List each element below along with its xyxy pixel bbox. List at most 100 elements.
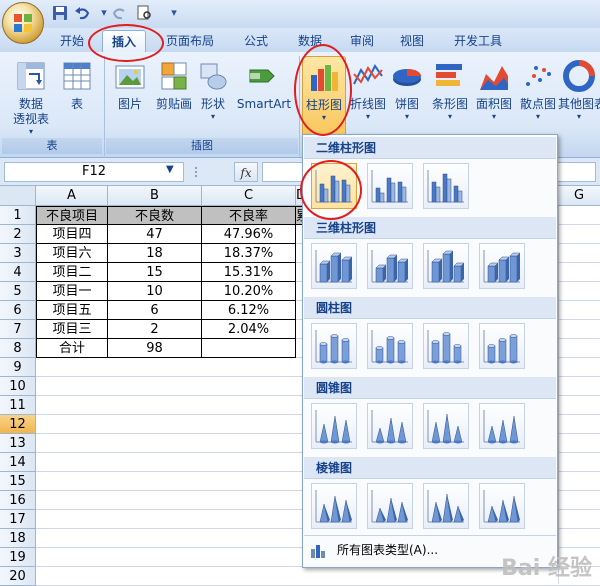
chart-thumb-cone[interactable]: [479, 403, 525, 449]
table-button[interactable]: 表: [58, 56, 96, 138]
row-header[interactable]: 5: [0, 282, 36, 301]
table-cell[interactable]: 项目二: [36, 263, 108, 282]
table-header-cell[interactable]: 不良项目: [36, 206, 108, 225]
shapes-button[interactable]: 形状 ▾: [196, 56, 230, 138]
select-all-corner[interactable]: [0, 186, 36, 206]
chart-thumb-2d-column[interactable]: [311, 163, 357, 209]
column-header[interactable]: A: [36, 186, 108, 206]
save-icon[interactable]: [52, 5, 68, 21]
row-header[interactable]: 20: [0, 567, 36, 586]
chart-thumb-2d-column[interactable]: [423, 163, 469, 209]
name-box[interactable]: F12: [4, 162, 184, 182]
redo-icon[interactable]: [112, 5, 128, 21]
column-header[interactable]: C: [202, 186, 296, 206]
chart-thumb-3d-column[interactable]: [479, 243, 525, 289]
table-header-cell[interactable]: 不良数: [108, 206, 202, 225]
row-header[interactable]: 4: [0, 263, 36, 282]
table-cell[interactable]: 6.12%: [202, 301, 296, 320]
tab-view[interactable]: 视图: [390, 30, 434, 52]
row-header[interactable]: 1: [0, 206, 36, 225]
other-charts-button[interactable]: 其他图表 ▾: [558, 56, 600, 138]
chart-thumb-3d-column[interactable]: [423, 243, 469, 289]
row-header[interactable]: 19: [0, 548, 36, 567]
table-cell[interactable]: 项目六: [36, 244, 108, 263]
table-cell[interactable]: 项目一: [36, 282, 108, 301]
tab-insert[interactable]: 插入: [102, 30, 146, 52]
row-header[interactable]: 14: [0, 453, 36, 472]
row-header[interactable]: 7: [0, 320, 36, 339]
table-cell[interactable]: 2.04%: [202, 320, 296, 339]
table-cell[interactable]: 47: [108, 225, 202, 244]
chart-thumb-pyramid[interactable]: [423, 483, 469, 529]
table-cell[interactable]: 项目五: [36, 301, 108, 320]
chart-thumb-pyramid[interactable]: [479, 483, 525, 529]
table-header-cell[interactable]: 不良率: [202, 206, 296, 225]
table-cell[interactable]: 10: [108, 282, 202, 301]
row-header[interactable]: 13: [0, 434, 36, 453]
row-header[interactable]: 10: [0, 377, 36, 396]
row-header[interactable]: 8: [0, 339, 36, 358]
table-cell[interactable]: 10.20%: [202, 282, 296, 301]
row-header[interactable]: 3: [0, 244, 36, 263]
table-cell[interactable]: 2: [108, 320, 202, 339]
tab-home[interactable]: 开始: [50, 30, 94, 52]
print-preview-icon[interactable]: [136, 5, 152, 21]
picture-button[interactable]: 图片: [110, 56, 150, 138]
chart-thumb-3d-column[interactable]: [311, 243, 357, 289]
chart-thumb-cylinder[interactable]: [367, 323, 413, 369]
row-header[interactable]: 18: [0, 529, 36, 548]
chart-thumb-pyramid[interactable]: [367, 483, 413, 529]
table-cell[interactable]: 合计: [36, 339, 108, 358]
table-cell[interactable]: [202, 339, 296, 358]
scatter-chart-button[interactable]: 散点图 ▾: [516, 56, 560, 138]
row-header[interactable]: 9: [0, 358, 36, 377]
row-header[interactable]: 2: [0, 225, 36, 244]
clipart-button[interactable]: 剪贴画: [152, 56, 196, 138]
chart-thumb-2d-column[interactable]: [367, 163, 413, 209]
column-chart-button[interactable]: 柱形图 ▾: [302, 56, 346, 138]
insert-function-button[interactable]: fx: [234, 162, 258, 182]
table-cell[interactable]: 47.96%: [202, 225, 296, 244]
row-header[interactable]: 16: [0, 491, 36, 510]
undo-dropdown-icon[interactable]: ▾: [96, 5, 112, 21]
pivot-table-button[interactable]: 数据 透视表 ▾: [6, 56, 56, 138]
row-header[interactable]: 6: [0, 301, 36, 320]
undo-icon[interactable]: [74, 5, 90, 21]
formula-bar-handle-icon[interactable]: [190, 164, 202, 180]
row-header[interactable]: 17: [0, 510, 36, 529]
bar-chart-button[interactable]: 条形图 ▾: [428, 56, 472, 138]
area-chart-button[interactable]: 面积图 ▾: [472, 56, 516, 138]
chart-thumb-cone[interactable]: [423, 403, 469, 449]
chart-thumb-3d-column[interactable]: [367, 243, 413, 289]
table-cell[interactable]: 98: [108, 339, 202, 358]
smartart-button[interactable]: SmartArt: [236, 56, 292, 138]
chart-thumb-cone[interactable]: [311, 403, 357, 449]
tab-review[interactable]: 审阅: [340, 30, 384, 52]
tab-page-layout[interactable]: 页面布局: [160, 30, 220, 52]
table-cell[interactable]: 6: [108, 301, 202, 320]
tab-formulas[interactable]: 公式: [234, 30, 278, 52]
chart-thumb-cylinder[interactable]: [479, 323, 525, 369]
name-box-dropdown-icon[interactable]: ▼: [166, 164, 174, 175]
tab-developer[interactable]: 开发工具: [446, 30, 510, 52]
pie-chart-button[interactable]: 饼图 ▾: [390, 56, 424, 138]
chart-thumb-cylinder[interactable]: [311, 323, 357, 369]
all-chart-types-link[interactable]: 所有图表类型(A)...: [337, 541, 438, 559]
table-cell[interactable]: 15.31%: [202, 263, 296, 282]
table-cell[interactable]: 18: [108, 244, 202, 263]
column-header[interactable]: B: [108, 186, 202, 206]
customize-qat-icon[interactable]: ▾: [166, 5, 182, 21]
column-header[interactable]: G: [558, 186, 600, 206]
line-chart-button[interactable]: 折线图 ▾: [346, 56, 390, 138]
office-button[interactable]: [2, 2, 44, 44]
table-cell[interactable]: 项目四: [36, 225, 108, 244]
table-cell[interactable]: 15: [108, 263, 202, 282]
row-header[interactable]: 12: [0, 415, 36, 434]
row-header[interactable]: 15: [0, 472, 36, 491]
table-cell[interactable]: 18.37%: [202, 244, 296, 263]
chart-thumb-cone[interactable]: [367, 403, 413, 449]
table-cell[interactable]: 项目三: [36, 320, 108, 339]
tab-data[interactable]: 数据: [288, 30, 332, 52]
row-header[interactable]: 11: [0, 396, 36, 415]
chart-thumb-pyramid[interactable]: [311, 483, 357, 529]
